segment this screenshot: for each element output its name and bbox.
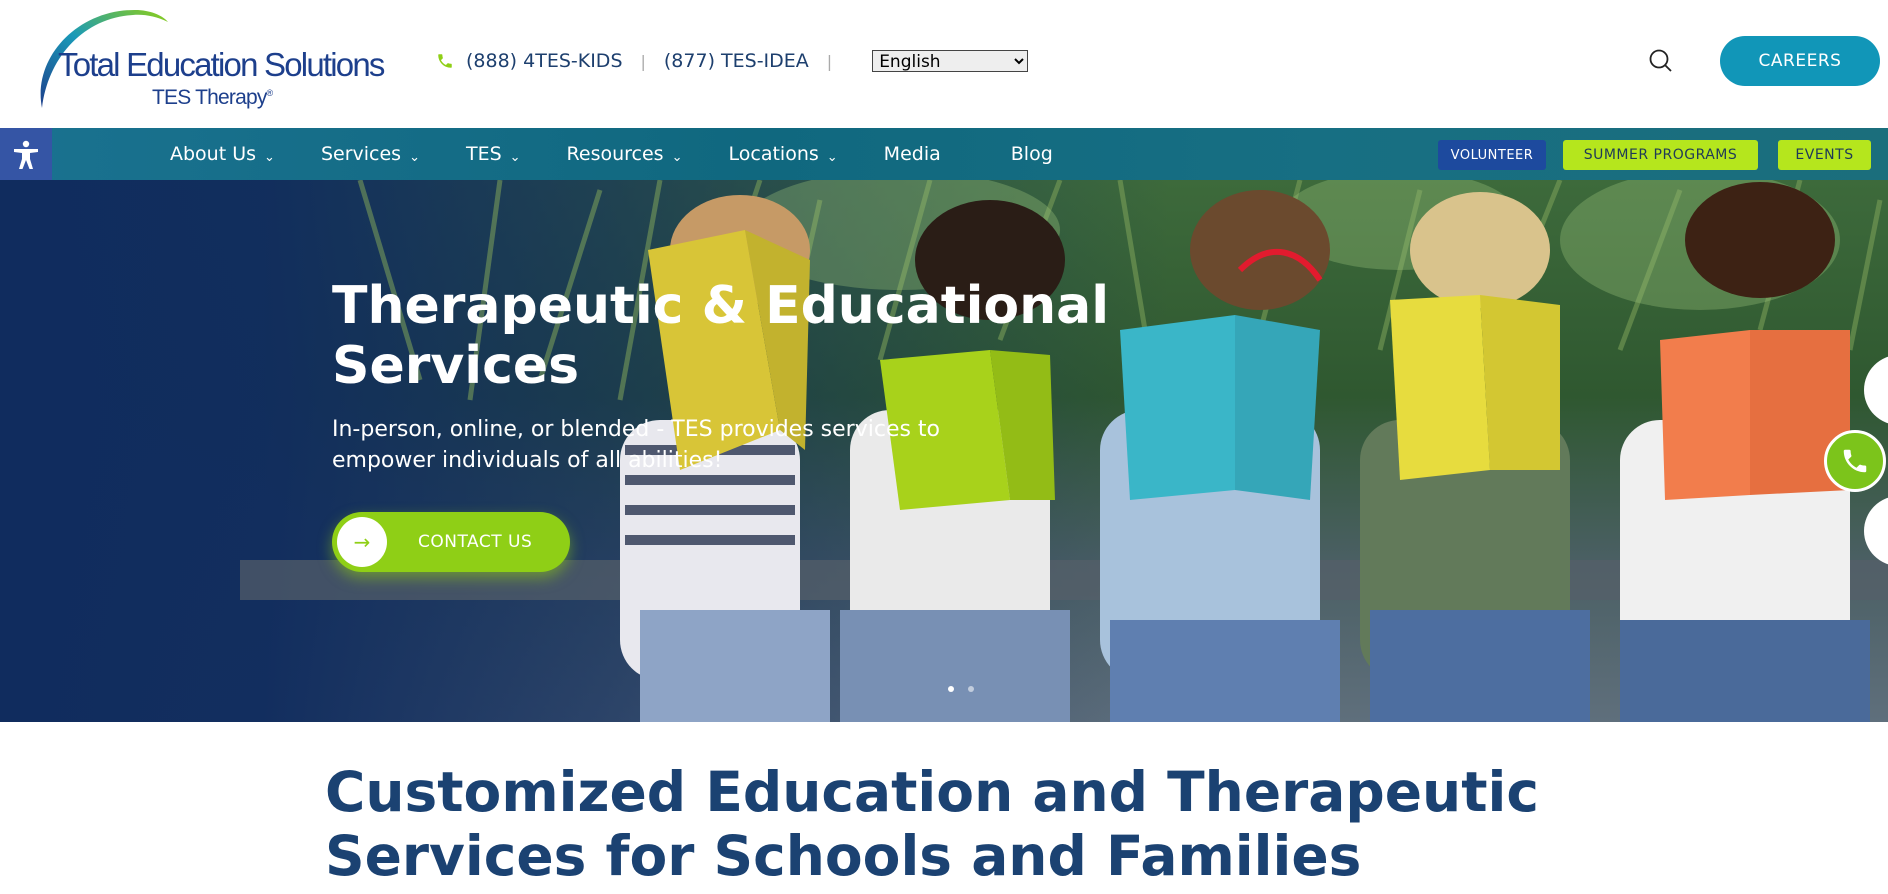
summer-programs-button[interactable]: SUMMER PROGRAMS <box>1563 140 1758 170</box>
hero-banner: Therapeutic & Educational Services In-pe… <box>0 180 1888 722</box>
nav-item-resources[interactable]: Resources ⌄ <box>567 143 683 165</box>
carousel-dot[interactable] <box>968 686 974 692</box>
nav-item-label: Services <box>320 143 402 165</box>
floating-call-button[interactable] <box>1824 430 1886 492</box>
events-button[interactable]: EVENTS <box>1778 140 1871 170</box>
volunteer-button[interactable]: VOLUNTEER <box>1438 140 1546 170</box>
nav-item-tes[interactable]: TES ⌄ <box>466 143 521 165</box>
nav-item-label: TES <box>465 143 502 165</box>
chevron-down-icon: ⌄ <box>671 149 683 165</box>
language-select[interactable]: English <box>872 50 1029 72</box>
phone-row: (888) 4TES-KIDS | (877) TES-IDEA | Engli… <box>436 48 1029 74</box>
nav-item-services[interactable]: Services ⌄ <box>321 143 420 165</box>
arrow-right-icon: → <box>337 517 387 567</box>
nav-item-label: Media <box>883 143 941 165</box>
site-logo[interactable]: Total Education Solutions TES Therapy® <box>38 8 385 116</box>
nav-item-label: Resources <box>566 143 664 165</box>
search-icon[interactable] <box>1648 48 1674 74</box>
section-title: Customized Education and Therapeutic Ser… <box>325 760 1539 888</box>
logo-subtitle: TES Therapy® <box>152 86 273 109</box>
nav-item-media[interactable]: Media <box>884 143 941 165</box>
phone-icon <box>1843 449 1867 473</box>
phone-icon <box>438 54 452 68</box>
nav-menu: About Us ⌄ Services ⌄ TES ⌄ Resources ⌄ Loca… <box>170 128 1053 180</box>
chevron-down-icon: ⌄ <box>409 149 420 165</box>
nav-item-locations[interactable]: Locations ⌄ <box>729 143 838 165</box>
contact-us-label: CONTACT US <box>418 532 533 552</box>
nav-item-label: About Us <box>170 143 257 165</box>
site-header: Total Education Solutions TES Therapy® (… <box>0 0 1888 128</box>
accessibility-icon <box>14 140 38 169</box>
chevron-down-icon: ⌄ <box>826 149 838 165</box>
nav-item-about-us[interactable]: About Us ⌄ <box>170 143 275 165</box>
accessibility-button[interactable] <box>0 128 52 182</box>
contact-us-button[interactable]: → CONTACT US <box>332 512 570 572</box>
hero-title: Therapeutic & Educational Services <box>332 276 1110 396</box>
logo-title: Total Education Solutions <box>58 46 385 83</box>
language-separator: | <box>826 51 833 71</box>
nav-item-blog[interactable]: Blog <box>1011 143 1053 165</box>
nav-item-label: Locations <box>728 143 819 165</box>
careers-button[interactable]: CAREERS <box>1720 36 1880 86</box>
chevron-down-icon: ⌄ <box>509 149 521 165</box>
carousel-dot-active[interactable] <box>948 686 954 692</box>
chevron-down-icon: ⌄ <box>264 149 275 165</box>
phone-link-kids[interactable]: (888) 4TES-KIDS <box>466 50 623 72</box>
phone-link-idea[interactable]: (877) TES-IDEA <box>664 50 809 72</box>
main-nav: About Us ⌄ Services ⌄ TES ⌄ Resources ⌄ Loca… <box>0 128 1888 182</box>
nav-item-label: Blog <box>1010 143 1053 165</box>
phone-separator: | <box>640 51 646 71</box>
hero-subtitle: In-person, online, or blended - TES prov… <box>332 417 941 473</box>
